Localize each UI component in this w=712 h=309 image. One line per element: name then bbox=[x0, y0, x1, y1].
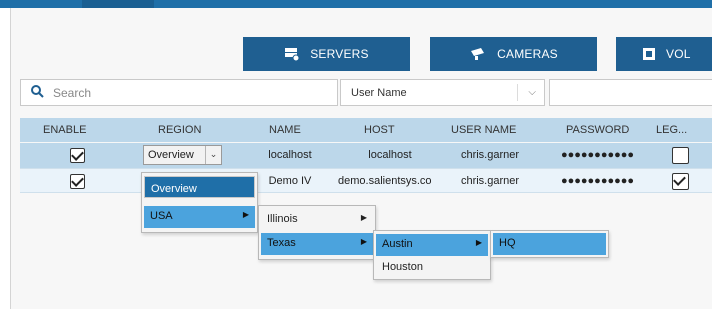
chevron-down-icon[interactable]: ⌵ bbox=[528, 87, 536, 98]
host-cell: localhost bbox=[368, 149, 412, 161]
region-value: Overview bbox=[148, 149, 194, 161]
menu-item-label: Overview bbox=[151, 183, 197, 195]
volumes-button[interactable]: VOL bbox=[616, 37, 712, 71]
search-icon bbox=[31, 84, 44, 101]
legacy-checkbox[interactable] bbox=[672, 173, 689, 190]
table-row[interactable]: Overview ⌄ localhost localhost chris.gar… bbox=[20, 143, 712, 168]
cameras-label: CAMERAS bbox=[497, 47, 558, 61]
table-row[interactable]: Demo IV demo.salientsys.co chris.garner … bbox=[20, 168, 712, 193]
search-field-value: User Name bbox=[351, 86, 407, 99]
name-cell: Demo IV bbox=[268, 175, 312, 187]
menu-item-label: Austin bbox=[382, 238, 413, 250]
menu-item-houston[interactable]: Houston bbox=[376, 257, 488, 279]
host-cell: demo.salientsys.co bbox=[338, 175, 432, 187]
menu-item-illinois[interactable]: Illinois ▶ bbox=[261, 209, 373, 231]
site-submenu: HQ bbox=[490, 230, 609, 258]
cameras-button[interactable]: CAMERAS bbox=[430, 37, 597, 71]
password-cell: ●●●●●●●●●●● bbox=[560, 149, 635, 161]
search-field-select[interactable]: User Name ⌵ bbox=[340, 79, 545, 106]
col-enable[interactable]: ENABLE bbox=[43, 124, 86, 136]
menu-item-overview[interactable]: Overview bbox=[144, 176, 255, 198]
chevron-right-icon: ▶ bbox=[360, 213, 367, 222]
enable-checkbox[interactable] bbox=[70, 174, 85, 189]
col-password[interactable]: PASSWORD bbox=[566, 124, 629, 136]
city-submenu: Austin ▶ Houston bbox=[373, 230, 491, 280]
menu-item-label: Texas bbox=[267, 237, 296, 249]
name-cell: localhost bbox=[268, 149, 312, 161]
top-bar bbox=[0, 0, 712, 8]
user-name-cell: chris.garner bbox=[460, 149, 520, 161]
volumes-label: VOL bbox=[666, 47, 691, 61]
servers-label: SERVERS bbox=[310, 47, 369, 61]
password-cell: ●●●●●●●●●●● bbox=[560, 175, 635, 187]
table-header: ENABLE REGION NAME HOST USER NAME PASSWO… bbox=[20, 118, 712, 142]
region-combobox[interactable]: Overview ⌄ bbox=[143, 145, 222, 165]
user-name-cell: chris.garner bbox=[460, 175, 520, 187]
server-icon bbox=[284, 47, 300, 61]
col-host[interactable]: HOST bbox=[364, 124, 395, 136]
volume-icon bbox=[642, 47, 656, 61]
legacy-checkbox[interactable] bbox=[672, 147, 689, 164]
active-tab-indicator bbox=[82, 0, 154, 8]
menu-item-label: HQ bbox=[499, 237, 516, 249]
state-submenu: Illinois ▶ Texas ▶ bbox=[258, 205, 376, 260]
menu-item-usa[interactable]: USA ▶ bbox=[144, 206, 255, 228]
menu-item-label: Illinois bbox=[267, 213, 298, 225]
search-placeholder: Search bbox=[53, 85, 92, 100]
col-legacy[interactable]: LEG... bbox=[656, 124, 687, 136]
chevron-right-icon: ▶ bbox=[360, 237, 367, 246]
menu-item-label: USA bbox=[150, 210, 173, 222]
enable-checkbox[interactable] bbox=[70, 148, 85, 163]
menu-item-texas[interactable]: Texas ▶ bbox=[261, 233, 373, 255]
menu-item-austin[interactable]: Austin ▶ bbox=[376, 234, 488, 256]
col-region[interactable]: REGION bbox=[158, 124, 201, 136]
region-menu: Overview USA ▶ bbox=[141, 172, 258, 233]
chevron-right-icon: ▶ bbox=[242, 210, 249, 219]
menu-item-hq[interactable]: HQ bbox=[493, 233, 606, 255]
chevron-down-icon[interactable]: ⌄ bbox=[205, 146, 221, 164]
menu-item-label: Houston bbox=[382, 261, 423, 273]
search-input[interactable]: Search bbox=[20, 79, 338, 106]
servers-button[interactable]: SERVERS bbox=[243, 37, 410, 71]
select-divider bbox=[517, 84, 518, 101]
camera-icon bbox=[469, 47, 487, 61]
chevron-right-icon: ▶ bbox=[475, 238, 482, 247]
col-name[interactable]: NAME bbox=[269, 124, 301, 136]
secondary-filter-input[interactable] bbox=[549, 79, 712, 106]
col-user-name[interactable]: USER NAME bbox=[451, 124, 516, 136]
